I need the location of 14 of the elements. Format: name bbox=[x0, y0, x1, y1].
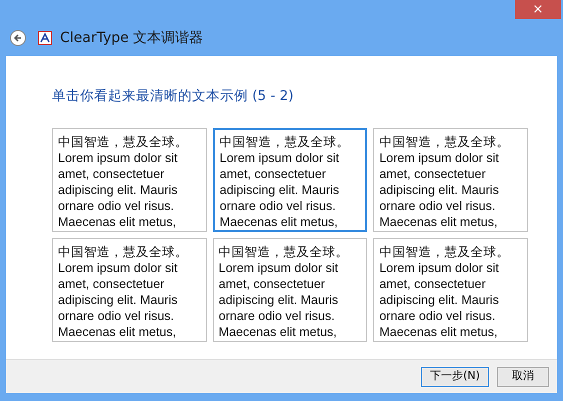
text-sample[interactable]: 中国智造，慧及全球。 Lorem ipsum dolor sit amet, consectetuer adipiscing elit. Mauris ornare odio vel risus. Maecenas elit metus, bbox=[212, 238, 368, 342]
text-sample[interactable]: 中国智造，慧及全球。 Lorem ipsum dolor sit amet, consectetuer adipiscing elit. Mauris ornare odio vel risus. Maecenas elit metus, bbox=[373, 128, 528, 232]
text-sample[interactable]: 中国智造，慧及全球。 Lorem ipsum dolor sit amet, consectetuer adipiscing elit. Mauris ornare odio vel risus. Maecenas elit metus, bbox=[373, 238, 528, 342]
cancel-button[interactable]: 取消 bbox=[497, 366, 549, 386]
window-title: ClearType 文本调谐器 bbox=[60, 28, 204, 48]
back-arrow-icon bbox=[13, 33, 23, 43]
app-icon bbox=[38, 31, 52, 45]
instruction-heading: 单击你看起来最清晰的文本示例 (5 - 2) bbox=[52, 87, 294, 106]
close-button[interactable]: × bbox=[515, 0, 561, 19]
text-sample[interactable]: 中国智造，慧及全球。 Lorem ipsum dolor sit amet, consectetuer adipiscing elit. Mauris ornare odio vel risus. Maecenas elit metus, bbox=[212, 128, 368, 232]
back-button[interactable] bbox=[10, 30, 26, 46]
next-button[interactable]: 下一步(N) bbox=[421, 366, 489, 386]
text-sample[interactable]: 中国智造，慧及全球。 Lorem ipsum dolor sit amet, consectetuer adipiscing elit. Mauris ornare odio vel risus. Maecenas elit metus, bbox=[52, 238, 207, 342]
text-sample[interactable]: 中国智造，慧及全球。 Lorem ipsum dolor sit amet, consectetuer adipiscing elit. Mauris ornare odio vel risus. Maecenas elit metus, bbox=[52, 128, 207, 232]
